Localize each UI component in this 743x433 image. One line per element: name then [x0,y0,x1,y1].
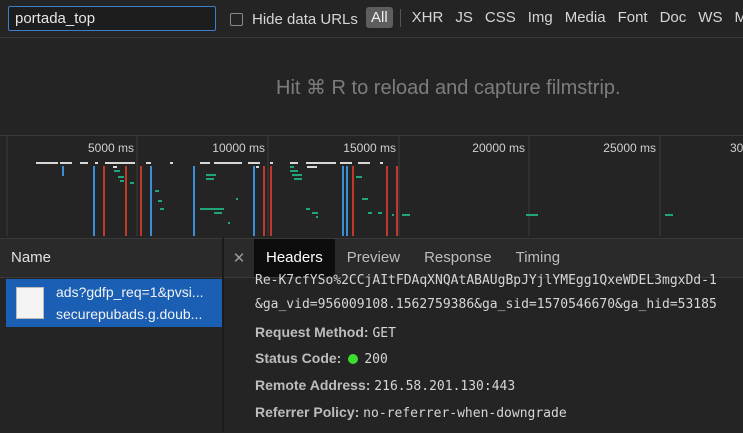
type-filter-doc[interactable]: Doc [655,7,692,28]
resource-type-filters: All XHR JS CSS Img Media Font Doc WS M [366,7,743,28]
hide-data-urls-checkbox[interactable] [230,12,243,26]
type-filter-js[interactable]: JS [450,7,478,28]
tab-preview[interactable]: Preview [335,239,412,277]
name-column-header[interactable]: Name [0,239,222,278]
request-method-value: GET [372,326,396,341]
network-overview[interactable]: 5000 ms 10000 ms 15000 ms 20000 ms 25000… [0,136,743,236]
referrer-policy-label: Referrer Policy: [255,404,360,420]
status-code-row: Status Code: 200 [255,350,388,367]
remote-address-row: Remote Address: 216.58.201.130:443 [255,377,515,394]
referrer-policy-value: no-referrer-when-downgrade [363,406,567,421]
request-url-fragment: Re-K7cfYSo%2CCjAItFDAqXNQAtABAUgBpJYjlYM… [255,273,717,288]
type-filter-xhr[interactable]: XHR [407,7,449,28]
tick-label: 5000 ms [88,141,134,155]
request-list-pane: Name ads?gdfp_req=1&pvsi... securepubads… [0,238,222,433]
referrer-policy-row: Referrer Policy: no-referrer-when-downgr… [255,404,567,421]
tab-timing[interactable]: Timing [504,239,572,277]
tick-label: 25000 ms [603,141,656,155]
type-filter-divider [399,8,401,27]
request-bars [36,162,673,236]
close-icon[interactable]: ✕ [224,249,254,267]
type-filter-media[interactable]: Media [560,7,611,28]
type-filter-all[interactable]: All [366,7,393,28]
request-url-fragment: &ga_vid=956009108.1562759386&ga_sid=1570… [255,297,717,312]
filmstrip-message: Hit ⌘ R to reload and capture filmstrip. [276,77,621,99]
tick-label: 15000 ms [343,141,396,155]
request-method-label: Request Method: [255,324,369,340]
tick-label: 20000 ms [472,141,525,155]
request-row-selected[interactable]: ads?gdfp_req=1&pvsi... securepubads.g.do… [6,279,222,327]
request-method-row: Request Method: GET [255,324,396,341]
filter-toolbar: Hide data URLs All XHR JS CSS Img Media … [0,0,743,36]
document-icon [16,287,44,319]
remote-address-value: 216.58.201.130:443 [374,379,516,394]
request-domain: securepubads.g.doub... [56,306,203,322]
filmstrip-panel: Hit ⌘ R to reload and capture filmstrip. [0,37,743,136]
type-filter-css[interactable]: CSS [480,7,521,28]
status-code-value: 200 [364,352,388,367]
type-filter-img[interactable]: Img [523,7,558,28]
headers-content: Re-K7cfYSo%2CCjAItFDAqXNQAtABAUgBpJYjlYM… [224,273,743,433]
status-code-label: Status Code: [255,350,342,366]
tick-label: 30 [730,141,743,155]
filter-input[interactable] [8,6,216,31]
hide-data-urls-toggle[interactable]: Hide data URLs [230,9,358,29]
request-name: ads?gdfp_req=1&pvsi... [56,284,204,300]
type-filter-font[interactable]: Font [613,7,653,28]
status-ok-icon [348,354,359,364]
remote-address-label: Remote Address: [255,377,371,393]
request-details-pane: ✕ Headers Preview Response Timing Re-K7c… [224,238,743,433]
tab-headers[interactable]: Headers [254,239,335,277]
overview-svg: 5000 ms 10000 ms 15000 ms 20000 ms 25000… [6,136,743,236]
type-filter-ws[interactable]: WS [693,7,727,28]
type-filter-manifest[interactable]: M [729,7,743,28]
tab-response[interactable]: Response [412,239,504,277]
hide-data-urls-label: Hide data URLs [252,10,358,28]
tick-label: 10000 ms [212,141,265,155]
